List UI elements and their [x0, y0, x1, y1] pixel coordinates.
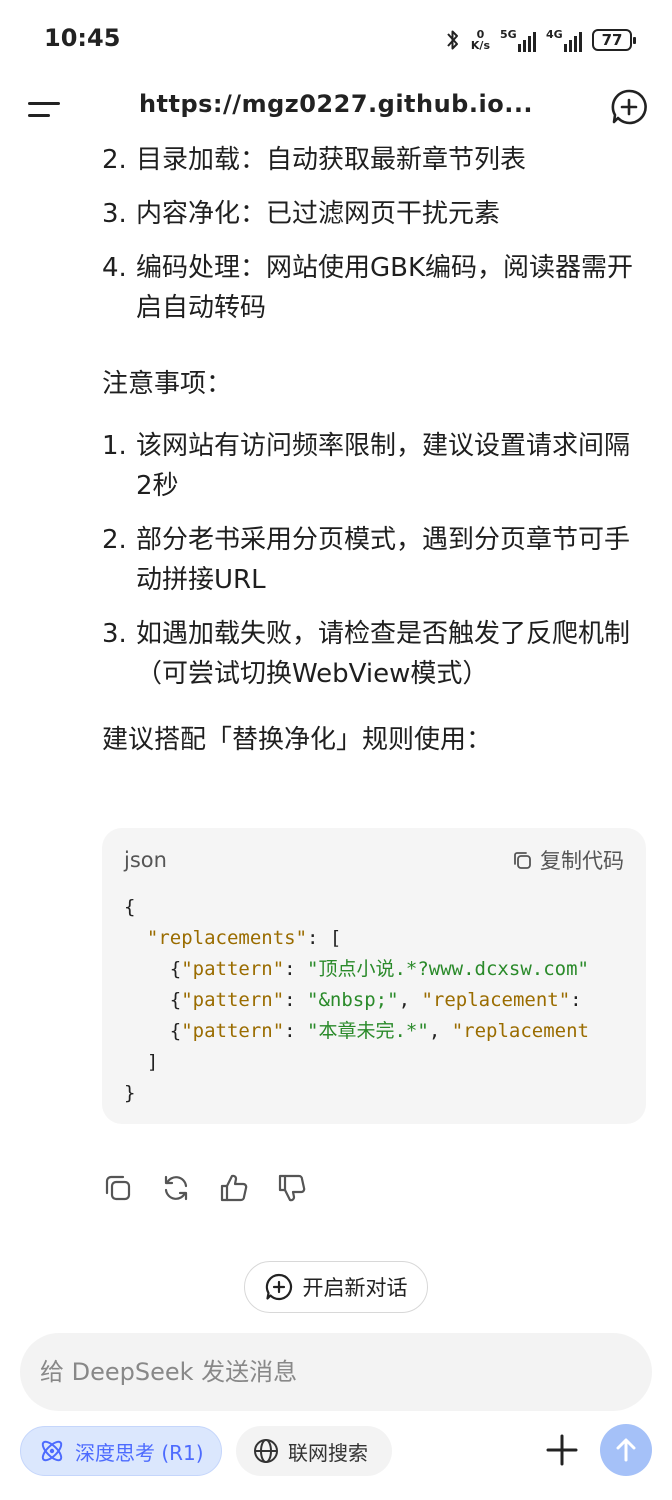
send-button[interactable] — [600, 1424, 652, 1476]
page-title: https://mgz0227.github.io... — [138, 90, 534, 118]
message-input-container — [20, 1333, 652, 1411]
arrow-up-icon — [616, 1438, 636, 1462]
list-item: 2. 目录加载：自动获取最新章节列表 — [102, 145, 527, 175]
list-item: 1. 该网站有访问频率限制，建议设置请求间隔2秒 — [102, 431, 631, 501]
status-icons: 0 K/s 5G 4G 77 — [445, 22, 636, 58]
code-body: { "replacements": [ {"pattern": "顶点小说.*?… — [124, 896, 589, 1104]
status-time: 10:45 — [44, 24, 121, 52]
thumbs-up-icon[interactable] — [218, 1172, 250, 1204]
globe-icon — [254, 1439, 278, 1463]
list-item: 2. 部分老书采用分页模式，遇到分页章节可手动拼接URL — [102, 525, 631, 595]
new-chat-button[interactable]: 开启新对话 — [244, 1261, 428, 1313]
list-item: 3. 如遇加载失败，请检查是否触发了反爬机制（可尝试切换WebView模式） — [102, 619, 631, 689]
copy-icon — [514, 852, 531, 869]
code-language: json — [124, 848, 167, 872]
suggestion-text: 建议搭配「替换净化」规则使用： — [102, 725, 493, 755]
message-content: 2. 目录加载：自动获取最新章节列表 3. 内容净化：已过滤网页干扰元素 4. 编码处… — [102, 140, 642, 760]
signal-icon: 4G — [546, 28, 582, 52]
web-search-toggle[interactable]: 联网搜索 — [236, 1426, 392, 1476]
message-actions — [102, 1172, 308, 1204]
feature-list: 2. 目录加载：自动获取最新章节列表 3. 内容净化：已过滤网页干扰元素 4. 编码处… — [102, 140, 642, 328]
plus-icon[interactable] — [544, 1432, 580, 1468]
code-block[interactable]: json 复制代码 { "replacements": [ {"pattern"… — [102, 828, 646, 1124]
regenerate-icon[interactable] — [160, 1172, 192, 1204]
signal-icon: 5G — [500, 28, 536, 52]
deep-think-toggle[interactable]: 深度思考 (R1) — [20, 1426, 222, 1476]
copy-icon[interactable] — [102, 1172, 134, 1204]
copy-code-button[interactable]: 复制代码 — [512, 845, 624, 875]
thumbs-down-icon[interactable] — [276, 1172, 308, 1204]
battery-icon: 77 — [592, 29, 636, 51]
atom-icon — [41, 1440, 63, 1462]
header: https://mgz0227.github.io... — [0, 80, 672, 136]
list-item: 3. 内容净化：已过滤网页干扰元素 — [102, 199, 501, 229]
notes-title: 注意事项： — [102, 369, 233, 399]
status-bar: 10:45 0 K/s 5G 4G 77 — [0, 0, 672, 80]
bluetooth-icon — [447, 30, 458, 50]
message-input[interactable] — [20, 1333, 652, 1411]
new-chat-icon — [265, 1273, 292, 1301]
new-chat-icon[interactable] — [610, 88, 648, 126]
list-item: 4. 编码处理：网站使用GBK编码，阅读器需开启自动转码 — [102, 253, 634, 323]
notes-list: 1. 该网站有访问频率限制，建议设置请求间隔2秒 2. 部分老书采用分页模式，遇到分… — [102, 426, 642, 694]
net-speed: 0 K/s — [470, 28, 490, 52]
code-header: json 复制代码 — [102, 828, 646, 892]
input-toolbar: 深度思考 (R1) 联网搜索 — [20, 1424, 652, 1478]
